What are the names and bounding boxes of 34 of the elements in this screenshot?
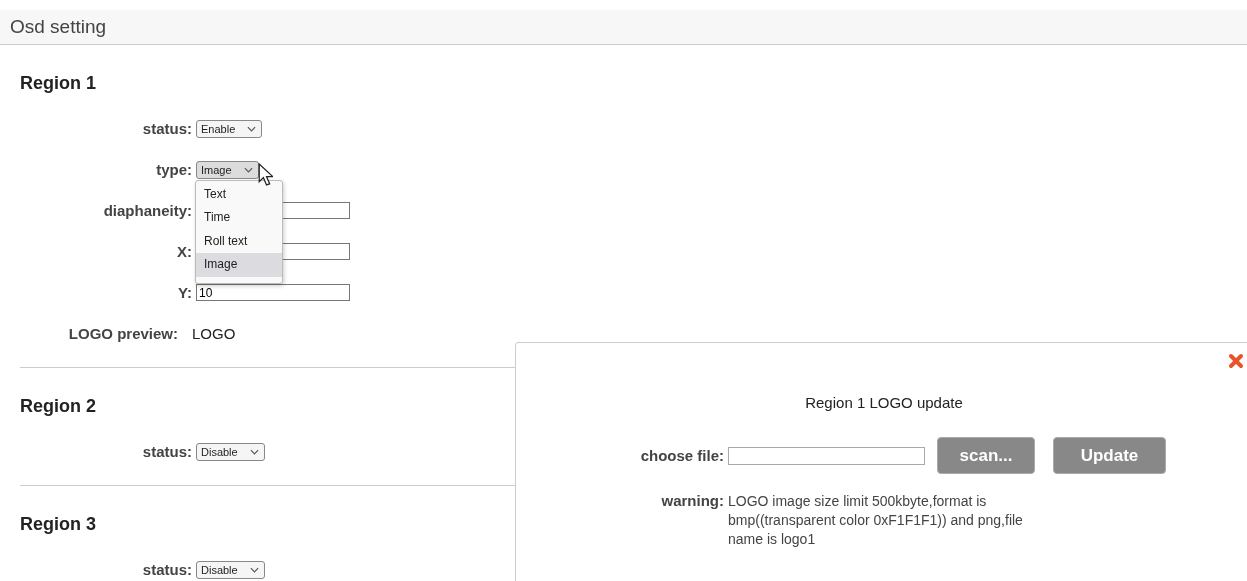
field-label: Y: — [177, 284, 192, 301]
region-heading: Region 1 — [20, 73, 96, 94]
text-field[interactable]: 10 — [196, 284, 350, 301]
dropdown-select[interactable]: Disable — [196, 442, 265, 461]
scan-button[interactable]: scan... — [937, 437, 1035, 474]
region-heading: Region 3 — [20, 514, 96, 535]
region-heading: Region 2 — [20, 396, 96, 417]
dropdown-option[interactable]: Text — [196, 182, 282, 206]
chevron-icon — [243, 166, 253, 173]
field-label: diaphaneity: — [102, 202, 192, 219]
dialog-title: Region 1 LOGO update — [804, 394, 964, 411]
logo-preview-text: LOGO — [192, 325, 236, 342]
update-button[interactable]: Update — [1053, 437, 1166, 474]
field-label: LOGO preview: — [67, 325, 178, 342]
field-label: status: — [141, 443, 192, 460]
dropdown-select[interactable]: Image — [196, 160, 259, 179]
field-label: X: — [176, 243, 192, 260]
field-label: warning: — [660, 492, 724, 509]
field-label: status: — [141, 120, 192, 137]
file-path-field[interactable] — [728, 446, 925, 465]
warning-text: LOGO image size limit 500kbyte,format is bmp((transparent color 0xF1F1F1)) and png,file name is logo1 — [728, 492, 1024, 549]
dropdown-select[interactable]: Enable — [196, 119, 263, 138]
dropdown-select[interactable]: Disable — [196, 560, 265, 579]
dropdown-option[interactable]: Image — [196, 253, 282, 277]
dropdown-option[interactable]: Roll text — [196, 229, 282, 253]
dropdown-option[interactable]: Time — [196, 206, 282, 230]
close-icon[interactable] — [1228, 353, 1244, 369]
page-title: Osd setting — [10, 16, 107, 38]
chevron-icon — [247, 125, 257, 132]
field-label: choose file: — [639, 447, 724, 464]
field-label: status: — [141, 561, 192, 578]
chevron-icon — [249, 566, 259, 573]
field-label: type: — [155, 161, 192, 178]
chevron-icon — [249, 448, 259, 455]
